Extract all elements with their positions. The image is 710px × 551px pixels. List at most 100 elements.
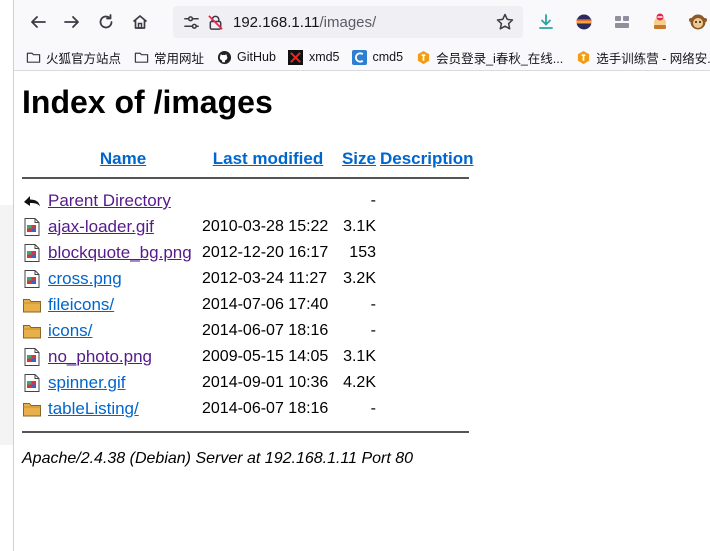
ichunqiu-icon <box>575 49 591 65</box>
bookmark-label: 火狐官方站点 <box>46 51 122 66</box>
table-row: no_photo.png 2009-05-15 14:05 3.1K <box>22 344 474 370</box>
image-file-icon <box>22 240 48 266</box>
bookmark-star-icon[interactable] <box>495 12 515 32</box>
image-file-icon <box>22 214 48 240</box>
file-size: 4.2K <box>343 374 376 391</box>
url-bar[interactable]: 192.168.1.11/images/ <box>173 6 523 38</box>
modified-date: 2014-06-07 18:16 <box>202 322 329 339</box>
file-description <box>376 318 474 344</box>
file-link[interactable]: icons/ <box>48 321 92 340</box>
file-link[interactable]: blockquote_bg.png <box>48 243 192 262</box>
modified-date: 2014-09-01 10:36 <box>202 374 329 391</box>
bookmark-item[interactable]: 选手训练营 - 网络安... <box>575 48 710 67</box>
bookmark-label: 会员登录_i春秋_在线... <box>436 51 564 66</box>
bookmark-label: xmd5 <box>308 50 340 64</box>
modified-date: 2010-03-28 15:22 <box>202 218 329 235</box>
github-icon <box>216 49 232 65</box>
home-icon <box>132 15 148 29</box>
table-row: blockquote_bg.png 2012-12-20 16:17 153 <box>22 240 474 266</box>
image-file-icon <box>22 266 48 292</box>
file-size: - <box>370 400 376 417</box>
home-button[interactable] <box>125 7 155 37</box>
table-row: cross.png 2012-03-24 11:27 3.2K <box>22 266 474 292</box>
bookmark-item[interactable]: 火狐官方站点 <box>25 48 121 67</box>
table-row: icons/2014-06-07 18:16 - <box>22 318 474 344</box>
file-link[interactable]: no_photo.png <box>48 347 152 366</box>
folder-icon <box>22 292 48 318</box>
file-description <box>376 344 474 370</box>
url-path: /images/ <box>319 13 377 31</box>
image-file-icon <box>22 344 48 370</box>
url-text[interactable]: 192.168.1.11/images/ <box>233 14 376 31</box>
file-description <box>376 370 474 396</box>
table-row: ajax-loader.gif 2010-03-28 15:22 3.1K <box>22 214 474 240</box>
bookmark-item[interactable]: 会员登录_i春秋_在线... <box>415 48 563 67</box>
divider <box>22 431 469 433</box>
bookmark-label: cmd5 <box>372 50 404 64</box>
bookmark-item[interactable]: GitHub <box>216 49 276 65</box>
sort-by-size-link[interactable]: Size <box>342 149 376 168</box>
folder-icon <box>25 49 41 65</box>
extension-monkey-icon <box>689 14 707 30</box>
sort-by-last-modified-link[interactable]: Last modified <box>213 149 324 168</box>
table-row: tableListing/2014-06-07 18:16 - <box>22 396 474 422</box>
file-link[interactable]: cross.png <box>48 269 122 288</box>
image-file-icon <box>22 370 48 396</box>
reload-button[interactable] <box>91 7 121 37</box>
bookmarks-toolbar: 火狐官方站点 常用网址 GitHub xmd5 cmd5 会员登录_i春秋_在线… <box>13 44 710 71</box>
bookmark-label: GitHub <box>237 50 276 64</box>
modified-date: 2012-12-20 16:17 <box>202 244 329 261</box>
server-signature: Apache/2.4.38 (Debian) Server at 192.168… <box>22 450 414 467</box>
reload-icon <box>99 14 113 29</box>
site-info-icon[interactable] <box>181 12 201 32</box>
bookmark-item[interactable]: xmd5 <box>288 49 340 65</box>
parent-directory-link[interactable]: Parent Directory <box>48 191 171 210</box>
bookmark-item[interactable]: cmd5 <box>352 49 404 65</box>
bookmark-item[interactable]: 常用网址 <box>133 48 204 67</box>
modified-date <box>198 188 338 214</box>
file-size: 153 <box>349 244 376 261</box>
file-size: - <box>370 296 376 313</box>
back-arrow-icon <box>31 16 46 28</box>
extension-mascot-icon <box>654 13 666 29</box>
file-link[interactable]: fileicons/ <box>48 295 114 314</box>
downloads-button[interactable] <box>531 7 561 37</box>
folder-icon <box>22 318 48 344</box>
file-size: 3.2K <box>343 270 376 287</box>
file-size: 3.1K <box>343 348 376 365</box>
page-content: Index of /images Name Last modified Size… <box>22 70 702 467</box>
extension-button-3[interactable] <box>645 7 675 37</box>
modified-date: 2014-06-07 18:16 <box>202 400 329 417</box>
forward-arrow-icon <box>64 16 79 28</box>
file-description <box>376 396 474 422</box>
file-link[interactable]: ajax-loader.gif <box>48 217 154 236</box>
forward-button[interactable] <box>57 7 87 37</box>
extension-grid-icon <box>615 16 629 28</box>
file-size: 3.1K <box>343 218 376 235</box>
table-row: spinner.gif 2014-09-01 10:36 4.2K <box>22 370 474 396</box>
folder-icon <box>133 49 149 65</box>
file-description <box>376 214 474 240</box>
extension-button-1[interactable] <box>569 7 599 37</box>
folder-icon <box>22 396 48 422</box>
browser-toolbar: 192.168.1.11/images/ <box>13 0 710 44</box>
extension-button-4[interactable] <box>683 7 710 37</box>
table-row: Parent Directory - <box>22 188 474 214</box>
back-arrow-icon <box>22 188 48 214</box>
file-link[interactable]: tableListing/ <box>48 399 139 418</box>
divider <box>22 177 469 179</box>
ichunqiu-icon <box>415 49 431 65</box>
modified-date: 2012-03-24 11:27 <box>202 270 328 287</box>
background-window-strip <box>0 0 14 551</box>
table-row: fileicons/2014-07-06 17:40 - <box>22 292 474 318</box>
insecure-lock-icon[interactable] <box>205 12 225 32</box>
bookmark-label: 选手训练营 - 网络安... <box>596 51 710 66</box>
extension-button-2[interactable] <box>607 7 637 37</box>
back-button[interactable] <box>23 7 53 37</box>
extension-globe-icon <box>576 14 592 30</box>
bookmark-label: 常用网址 <box>154 51 205 66</box>
modified-date: 2009-05-15 14:05 <box>202 348 329 365</box>
sort-by-description-link[interactable]: Description <box>380 149 474 168</box>
file-link[interactable]: spinner.gif <box>48 373 126 392</box>
sort-by-name-link[interactable]: Name <box>100 149 146 168</box>
